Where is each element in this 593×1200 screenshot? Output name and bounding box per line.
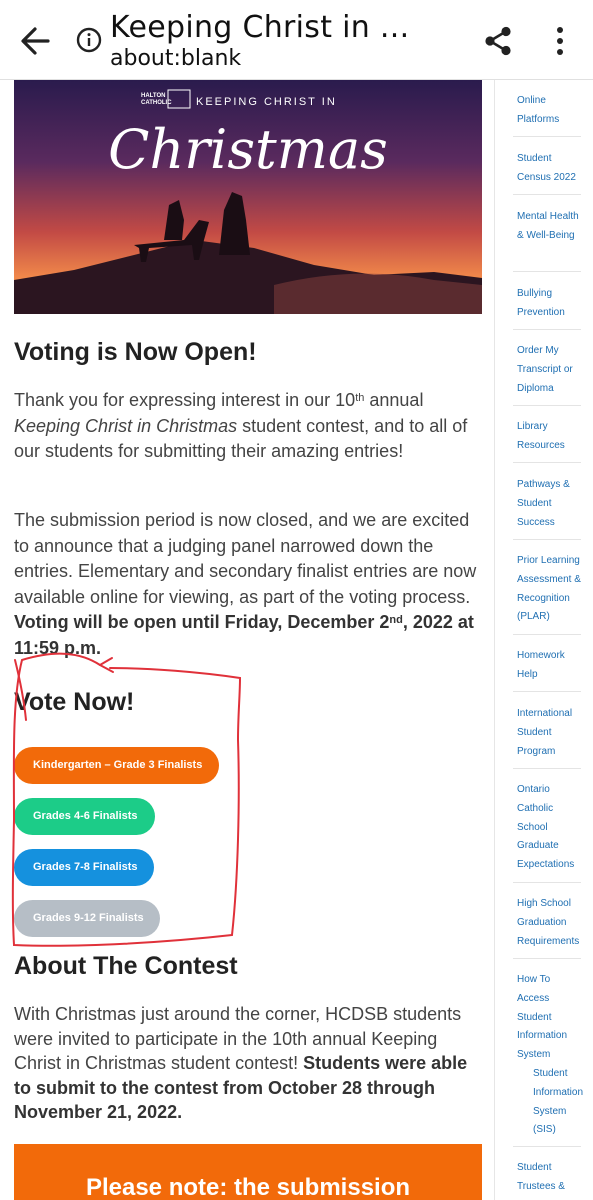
- sidebar-item-homework-help[interactable]: Homework Help: [517, 647, 581, 685]
- sidebar-item-international-student[interactable]: International Student Program: [517, 705, 581, 761]
- sidebar-item-student-trustees[interactable]: Student Trustees &: [517, 1159, 581, 1197]
- sidebar-item-bullying-prevention[interactable]: Bullying Prevention: [517, 285, 581, 323]
- sidebar-item-online-platforms[interactable]: Online Platforms: [517, 92, 581, 130]
- sidebar-divider: [513, 405, 581, 406]
- grades-4-6-finalists-button[interactable]: Grades 4-6 Finalists: [14, 798, 155, 835]
- arrow-left-icon[interactable]: [18, 24, 52, 58]
- page-url: about:blank: [110, 46, 242, 71]
- grades-9-12-finalists-button[interactable]: Grades 9-12 Finalists: [14, 900, 160, 937]
- voting-paragraph-1: Thank you for expressing interest in our…: [14, 390, 468, 461]
- more-vert-icon[interactable]: [552, 25, 568, 57]
- vote-now-heading: Vote Now!: [14, 688, 135, 716]
- sidebar-item-graduate-expectations[interactable]: Ontario Catholic School Graduate Expecta…: [517, 781, 581, 875]
- sidebar-divider: [513, 768, 581, 769]
- sidebar-subitem-sis[interactable]: Student Information System (SIS): [533, 1065, 588, 1140]
- share-icon[interactable]: [482, 25, 514, 57]
- hero-banner-text: KEEPING CHRIST IN: [196, 96, 337, 108]
- hero-script-text: Christmas: [108, 118, 388, 181]
- info-icon[interactable]: [76, 27, 102, 53]
- submission-note-text: Please note: the submission: [85, 1174, 411, 1200]
- sidebar-item-access-sis[interactable]: How To Access Student Information System: [517, 971, 581, 1065]
- sidebar-divider: [513, 634, 581, 635]
- sidebar-item-library-resources[interactable]: Library Resources: [517, 418, 581, 456]
- hero-banner: HALTON CATHOLIC KEEPING CHRIST IN Christ…: [14, 80, 482, 314]
- sidebar-item-mental-health[interactable]: Mental Health & Well-Being: [517, 208, 581, 246]
- submission-note-banner: Please note: the submission: [14, 1144, 482, 1200]
- sidebar-item-pathways[interactable]: Pathways & Student Success: [517, 476, 581, 532]
- sidebar-divider: [513, 271, 581, 272]
- sidebar-item-student-census[interactable]: Student Census 2022: [517, 150, 581, 188]
- voting-paragraph-2: The submission period is now closed, and…: [14, 510, 477, 658]
- brand-line2: CATHOLIC: [141, 100, 172, 106]
- sidebar-divider: [513, 136, 581, 137]
- voting-heading: Voting is Now Open!: [14, 338, 257, 366]
- sidebar: Online Platforms Student Census 2022 Men…: [494, 80, 593, 1200]
- about-contest-heading: About The Contest: [14, 952, 238, 980]
- brand-line1: HALTON: [141, 93, 165, 99]
- about-paragraph: With Christmas just around the corner, H…: [14, 1004, 468, 1122]
- hero-image: HALTON CATHOLIC KEEPING CHRIST IN Christ…: [14, 80, 482, 314]
- sidebar-divider: [513, 462, 581, 463]
- sidebar-item-graduation-requirements[interactable]: High School Graduation Requirements: [517, 895, 581, 951]
- grades-7-8-finalists-button[interactable]: Grades 7-8 Finalists: [14, 849, 154, 886]
- sidebar-divider: [513, 958, 581, 959]
- sidebar-divider: [513, 691, 581, 692]
- kindergarten-grade3-finalists-button[interactable]: Kindergarten – Grade 3 Finalists: [14, 747, 219, 784]
- sidebar-divider: [513, 539, 581, 540]
- sidebar-divider: [513, 329, 581, 330]
- sidebar-item-order-transcript[interactable]: Order My Transcript or Diploma: [517, 342, 581, 398]
- app-bar: Keeping Christ in ... about:blank: [0, 0, 593, 80]
- page-title: Keeping Christ in ...: [110, 10, 410, 45]
- sidebar-divider: [513, 882, 581, 883]
- sidebar-divider: [513, 1146, 581, 1147]
- main-content: HALTON CATHOLIC KEEPING CHRIST IN Christ…: [14, 80, 482, 1200]
- sidebar-divider: [513, 194, 581, 195]
- sidebar-item-plar[interactable]: Prior Learning Assessment & Recognition …: [517, 552, 581, 627]
